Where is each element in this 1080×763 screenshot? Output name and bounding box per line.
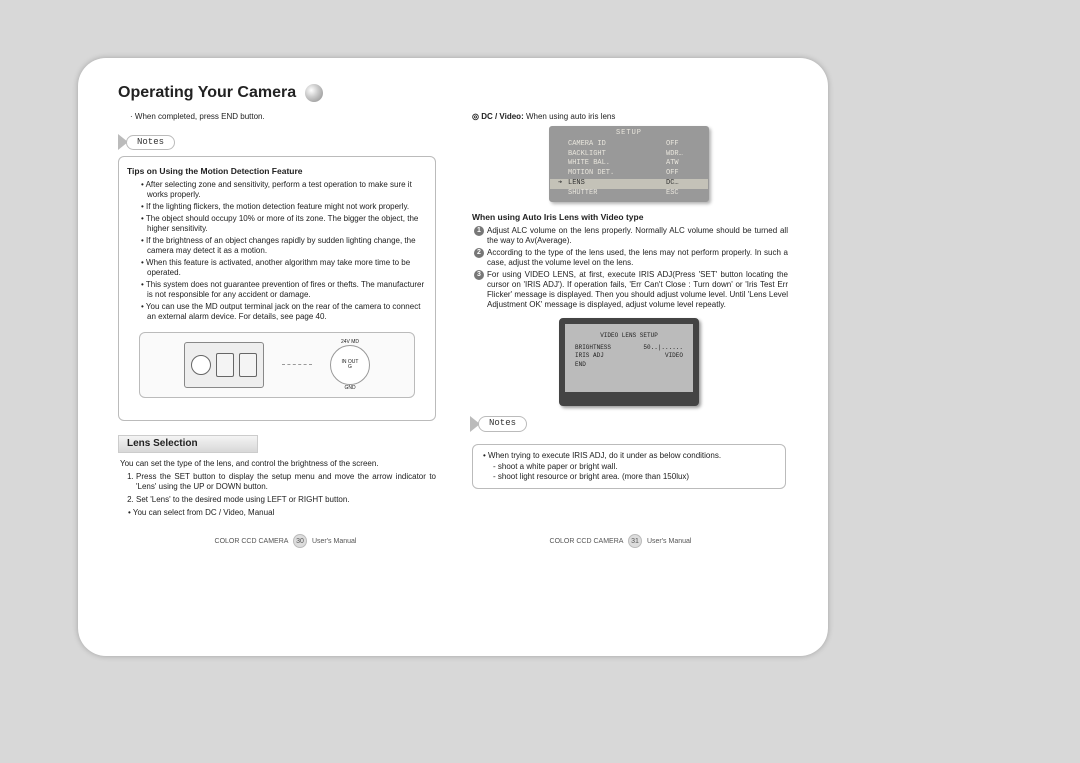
auto-iris-item: 3 For using VIDEO LENS, at first, execut… (474, 270, 788, 310)
osd-key: BACKLIGHT (568, 150, 666, 159)
jack-circle-icon: IN OUT G (330, 345, 370, 385)
auto-iris-text: Adjust ALC volume on the lens properly. … (487, 226, 788, 246)
osd-title: SETUP (550, 127, 708, 140)
lens-options-note: • You can select from DC / Video, Manual (118, 508, 436, 518)
monitor-key: BRIGHTNESS (575, 344, 611, 352)
notes-header-left: Notes (118, 134, 175, 150)
tip-item: This system does not guarantee preventio… (141, 280, 427, 300)
jack-gnd-label: GND (330, 385, 370, 391)
osd-row: WHITE BAL.ATW (550, 159, 708, 169)
tip-item: If the brightness of an object changes r… (141, 236, 427, 256)
notes-sub-1: - shoot a white paper or bright wall. (483, 462, 775, 472)
dc-video-rest: When using auto iris lens (524, 112, 616, 121)
md-jack-detail: 24V MD IN OUT G GND (330, 339, 370, 392)
auto-iris-heading: When using Auto Iris Lens with Video typ… (470, 212, 788, 223)
notes-sub-2: - shoot light resource or bright area. (… (483, 472, 775, 482)
lens-steps: Press the SET button to display the setu… (118, 472, 436, 505)
tip-item: The object should occupy 10% or more of … (141, 214, 427, 234)
osd-row: CAMERA IDOFF (550, 140, 708, 150)
osd-key: CAMERA ID (568, 140, 666, 149)
monitor-row: IRIS ADJ VIDEO (571, 352, 687, 361)
circled-number-icon: 1 (474, 226, 484, 236)
footer-left: COLOR CCD CAMERA 30 User's Manual (215, 534, 357, 548)
notes-label: Notes (478, 416, 527, 431)
monitor-val: VIDEO (665, 352, 683, 360)
chapter-header: Operating Your Camera (118, 84, 788, 102)
footer-label: User's Manual (647, 538, 692, 545)
lens-intro: You can set the type of the lens, and co… (118, 459, 436, 469)
osd-row: SHUTTERESC (550, 189, 708, 202)
chapter-orb-icon (305, 84, 323, 102)
footer-label: User's Manual (312, 538, 357, 545)
chapter-title: Operating Your Camera (118, 84, 296, 101)
dc-video-heading: ◎ DC / Video: When using auto iris lens (470, 112, 788, 122)
auto-iris-items: 1 Adjust ALC volume on the lens properly… (470, 226, 788, 310)
auto-iris-item: 2 According to the type of the lens used… (474, 248, 788, 268)
page-footer: COLOR CCD CAMERA 30 User's Manual COLOR … (118, 534, 788, 548)
notes-label: Notes (126, 135, 175, 150)
osd-key: MOTION DET. (568, 169, 666, 178)
osd-val: DC… (666, 179, 700, 188)
lens-selection-header: Lens Selection (118, 435, 258, 454)
auto-iris-text: For using VIDEO LENS, at first, execute … (487, 270, 788, 310)
dc-video-tag: ◎ DC / Video: (472, 112, 524, 121)
osd-val: ATW (666, 159, 700, 168)
notes-main: • When trying to execute IRIS ADJ, do it… (483, 451, 775, 461)
osd-val: WDR… (666, 150, 700, 159)
tips-list: After selecting zone and sensitivity, pe… (127, 180, 427, 322)
terminal-block-icon (239, 353, 257, 377)
manual-page-spread: Operating Your Camera · When completed, … (78, 58, 828, 656)
osd-val: ESC (666, 189, 700, 198)
monitor-val: 50..|...... (643, 344, 683, 352)
osd-row: BACKLIGHTWDR… (550, 150, 708, 160)
jack-g-label: G (342, 365, 359, 370)
monitor-screen: VIDEO LENS SETUP BRIGHTNESS 50..|...... I… (559, 318, 699, 406)
dial-icon (191, 355, 211, 375)
completion-note: · When completed, press END button. (118, 112, 436, 122)
left-column: · When completed, press END button. Note… (118, 112, 436, 518)
circled-number-icon: 2 (474, 248, 484, 258)
osd-row-selected: ➔LENSDC… (550, 179, 708, 189)
page-number-right: 31 (628, 534, 642, 548)
monitor-row: END (571, 361, 687, 370)
notes-header-right: Notes (470, 416, 527, 432)
osd-val: OFF (666, 169, 700, 178)
footer-brand: COLOR CCD CAMERA (215, 538, 289, 545)
auto-iris-text: According to the type of the lens used, … (487, 248, 788, 268)
cursor-arrow-icon: ➔ (558, 179, 568, 188)
osd-key: LENS (568, 179, 666, 188)
circled-number-icon: 3 (474, 270, 484, 280)
monitor-illustration: VIDEO LENS SETUP BRIGHTNESS 50..|...... I… (559, 318, 699, 406)
tips-heading: Tips on Using the Motion Detection Featu… (127, 166, 427, 177)
lens-step: Press the SET button to display the setu… (136, 472, 436, 492)
terminal-block-icon (216, 353, 234, 377)
lens-step: Set 'Lens' to the desired mode using LEF… (136, 495, 436, 505)
footer-brand: COLOR CCD CAMERA (550, 538, 624, 545)
tips-box: Tips on Using the Motion Detection Featu… (118, 156, 436, 421)
right-column: ◎ DC / Video: When using auto iris lens … (470, 112, 788, 518)
osd-key: SHUTTER (568, 189, 666, 198)
monitor-row: BRIGHTNESS 50..|...... (571, 344, 687, 353)
rear-panel-diagram: 24V MD IN OUT G GND (139, 332, 415, 398)
osd-row: MOTION DET.OFF (550, 169, 708, 179)
tip-item: You can use the MD output terminal jack … (141, 302, 427, 322)
monitor-key: END (575, 361, 586, 369)
two-column-layout: · When completed, press END button. Note… (118, 112, 788, 518)
tip-item: If the lighting flickers, the motion det… (141, 202, 427, 212)
camera-rear-panel-icon (184, 342, 264, 388)
tip-item: After selecting zone and sensitivity, pe… (141, 180, 427, 200)
page-number-left: 30 (293, 534, 307, 548)
jack-label-top: 24V MD (330, 339, 370, 345)
footer-right: COLOR CCD CAMERA 31 User's Manual (550, 534, 692, 548)
tip-item: When this feature is activated, another … (141, 258, 427, 278)
osd-key: WHITE BAL. (568, 159, 666, 168)
osd-val: OFF (666, 140, 700, 149)
osd-setup-menu: SETUP CAMERA IDOFF BACKLIGHTWDR… WHITE B… (549, 126, 709, 202)
right-notes-box: • When trying to execute IRIS ADJ, do it… (472, 444, 786, 489)
monitor-key: IRIS ADJ (575, 352, 604, 360)
auto-iris-item: 1 Adjust ALC volume on the lens properly… (474, 226, 788, 246)
dashed-connector-icon (282, 364, 312, 365)
monitor-title: VIDEO LENS SETUP (571, 332, 687, 340)
